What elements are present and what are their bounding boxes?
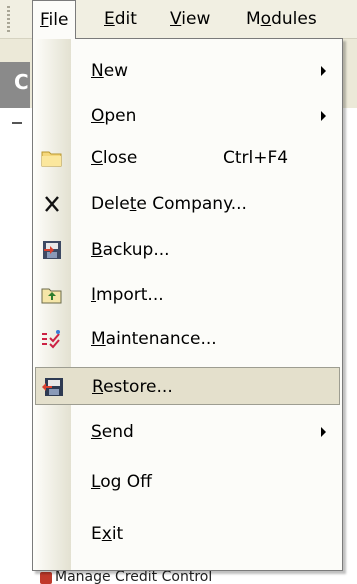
menu-item-close[interactable]: Close Ctrl+F4 [35,139,340,177]
toolbar-grip[interactable] [7,6,10,32]
menu-item-backup[interactable]: Backup... [35,231,340,269]
menu-item-label: Log Off [91,472,152,492]
menu-item-label: Open [91,106,137,126]
delete-x-icon [45,196,59,212]
menu-item-label: Close [91,148,138,168]
menu-view-rest: iew [181,9,211,29]
background-tree-collapse [12,122,22,124]
folder-icon [41,151,62,167]
menu-modules-pre: M [246,9,261,29]
credit-control-icon [40,572,52,584]
menu-item-exit[interactable]: Exit [35,515,340,553]
menu-item-import[interactable]: Import... [35,276,340,314]
background-panel-letter: C [14,70,29,94]
menu-item-label: Send [91,422,134,442]
import-icon [41,288,62,304]
menu-item-shortcut: Ctrl+F4 [223,148,289,168]
submenu-arrow-icon [321,427,326,437]
menu-modules[interactable]: Modules [239,0,324,38]
menu-item-label: Exit [91,524,124,544]
backup-icon [43,241,61,259]
menu-item-new[interactable]: New [35,52,340,90]
submenu-arrow-icon [321,66,326,76]
menu-edit-rest: dit [114,9,137,29]
menu-bar: File Edit View Modules [0,0,357,39]
menu-item-open[interactable]: Open [35,97,340,135]
menu-file-mnemonic: F [40,10,49,30]
menu-file-rest: ile [48,10,69,30]
menu-edit[interactable]: Edit [97,0,144,38]
submenu-arrow-icon [321,111,326,121]
file-menu-dropdown: New Open Close Ctrl+F4 Delete Company...… [32,38,343,571]
menu-file[interactable]: File [32,0,77,39]
restore-icon [42,378,63,396]
menu-item-label: Backup... [91,240,170,260]
menu-item-delete-company[interactable]: Delete Company... [35,185,340,223]
menu-item-label: Restore... [92,377,173,397]
background-panel-header: C [0,62,30,108]
menu-item-label: New [91,61,129,81]
menu-item-log-off[interactable]: Log Off [35,463,340,501]
background-tree-item[interactable]: Manage Credit Control [55,570,315,584]
menu-item-send[interactable]: Send [35,413,340,451]
menu-item-maintenance[interactable]: Maintenance... [35,320,340,358]
menu-modules-mnemonic: o [260,9,272,29]
maintenance-icon [42,330,60,349]
menu-item-restore[interactable]: Restore... [35,367,340,405]
menu-view-mnemonic: V [170,9,182,29]
menu-edit-mnemonic: E [104,9,115,29]
menu-item-label: Maintenance... [91,329,217,349]
menu-item-label: Delete Company... [91,194,247,214]
menu-item-label: Import... [91,285,164,305]
menu-modules-rest: dules [271,9,317,29]
menu-view[interactable]: View [163,0,217,38]
